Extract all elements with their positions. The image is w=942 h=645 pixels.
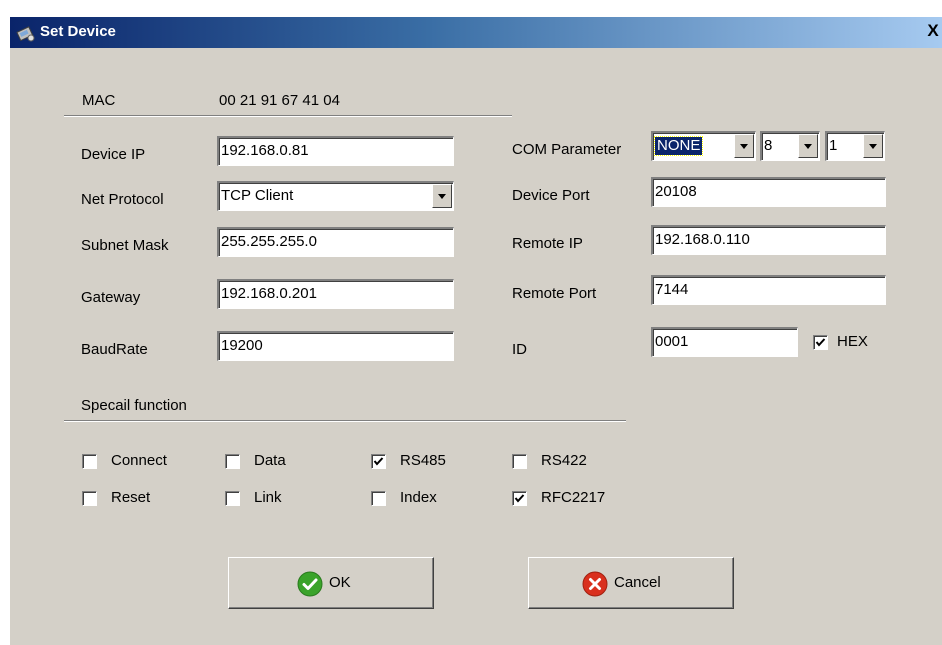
baudrate-label: BaudRate [81,341,148,358]
chevron-down-icon[interactable] [432,184,452,208]
baudrate-field[interactable]: 19200 [217,331,454,361]
rs485-label: RS485 [400,452,446,469]
connect-label: Connect [111,452,167,469]
parity-value: NONE [653,136,704,156]
net-protocol-select[interactable]: TCP Client [217,181,454,211]
net-protocol-label: Net Protocol [81,191,164,208]
id-label: ID [512,341,527,358]
ok-button[interactable]: OK [228,557,434,609]
id-field[interactable]: 0001 [651,327,798,357]
ok-label: OK [329,574,351,591]
rfc2217-label: RFC2217 [541,489,606,506]
chevron-down-icon[interactable] [863,134,883,158]
data-checkbox[interactable] [225,454,240,469]
rs485-checkbox[interactable] [371,454,386,469]
connect-checkbox[interactable] [82,454,97,469]
link-label: Link [254,489,282,506]
cancel-button[interactable]: Cancel [528,557,734,609]
mac-label: MAC [82,92,116,109]
remote-ip-label: Remote IP [512,235,583,252]
remote-ip-field[interactable]: 192.168.0.110 [651,225,886,255]
rs422-checkbox[interactable] [512,454,527,469]
data-label: Data [254,452,286,469]
com-parameter-label: COM Parameter [512,141,622,158]
gateway-label: Gateway [81,289,141,306]
hex-label: HEX [837,333,868,350]
mac-value: 00 21 91 67 41 04 [219,92,340,109]
data-bits-select[interactable]: 8 [760,131,820,161]
parity-select[interactable]: NONE [651,131,756,161]
data-bits-value: 8 [764,137,773,154]
title-bar[interactable]: Set Device X [10,17,942,48]
device-ip-label: Device IP [81,146,146,163]
check-circle-icon [297,571,323,597]
reset-checkbox[interactable] [82,491,97,506]
set-device-dialog: Set Device X MAC 00 21 91 67 41 04 Devic… [9,17,942,645]
index-checkbox[interactable] [371,491,386,506]
network-device-icon [16,26,35,42]
hex-checkbox[interactable] [813,335,828,350]
mac-divider [64,115,512,117]
reset-label: Reset [111,489,151,506]
window-title: Set Device [40,23,116,40]
cancel-label: Cancel [614,574,661,591]
remote-port-field[interactable]: 7144 [651,275,886,305]
device-ip-field[interactable]: 192.168.0.81 [217,136,454,166]
device-port-field[interactable]: 20108 [651,177,886,207]
chevron-down-icon[interactable] [734,134,754,158]
stop-bits-value: 1 [829,137,838,154]
checkmark-icon [373,457,384,466]
special-function-divider [64,420,626,422]
checkmark-icon [514,494,525,503]
remote-port-label: Remote Port [512,285,597,302]
cancel-circle-icon [582,571,608,597]
index-label: Index [400,489,437,506]
stop-bits-select[interactable]: 1 [825,131,885,161]
checkmark-icon [815,338,826,347]
special-function-title: Specail function [81,397,187,414]
close-button[interactable]: X [922,22,942,42]
net-protocol-value: TCP Client [221,187,294,204]
chevron-down-icon[interactable] [798,134,818,158]
link-checkbox[interactable] [225,491,240,506]
rfc2217-checkbox[interactable] [512,491,527,506]
subnet-mask-field[interactable]: 255.255.255.0 [217,227,454,257]
gateway-field[interactable]: 192.168.0.201 [217,279,454,309]
rs422-label: RS422 [541,452,587,469]
subnet-mask-label: Subnet Mask [81,237,169,254]
device-port-label: Device Port [512,187,590,204]
